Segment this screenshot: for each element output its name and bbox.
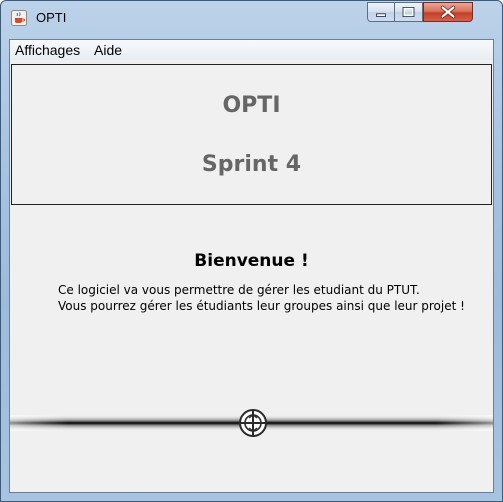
close-button[interactable] <box>423 2 473 22</box>
splitter-drag-handle-icon[interactable] <box>238 408 268 438</box>
sprint-label: Sprint 4 <box>201 152 302 177</box>
description-line-2: Vous pourrez gérer les étudiants leur gr… <box>58 299 465 313</box>
java-coffee-cup-icon <box>11 10 27 26</box>
close-icon <box>440 5 456 19</box>
app-window: OPTI Affichages Aide OPTI Sprint 4 Bienv… <box>0 0 503 502</box>
welcome-heading: Bienvenue ! <box>194 251 309 271</box>
title-bar[interactable]: OPTI <box>1 1 502 37</box>
menu-aide[interactable]: Aide <box>92 42 124 58</box>
menu-affichages[interactable]: Affichages <box>13 42 82 58</box>
header-panel: OPTI Sprint 4 <box>11 64 492 205</box>
menu-bar: Affichages Aide <box>10 40 493 60</box>
client-area: Affichages Aide OPTI Sprint 4 Bienvenue … <box>9 39 494 493</box>
app-title: OPTI <box>222 93 281 118</box>
maximize-icon <box>402 7 415 17</box>
window-title: OPTI <box>36 10 67 25</box>
description-line-1: Ce logiciel va vous permettre de gérer l… <box>58 283 420 297</box>
minimize-icon <box>376 13 386 17</box>
minimize-button[interactable] <box>367 2 395 22</box>
maximize-button[interactable] <box>395 2 423 22</box>
